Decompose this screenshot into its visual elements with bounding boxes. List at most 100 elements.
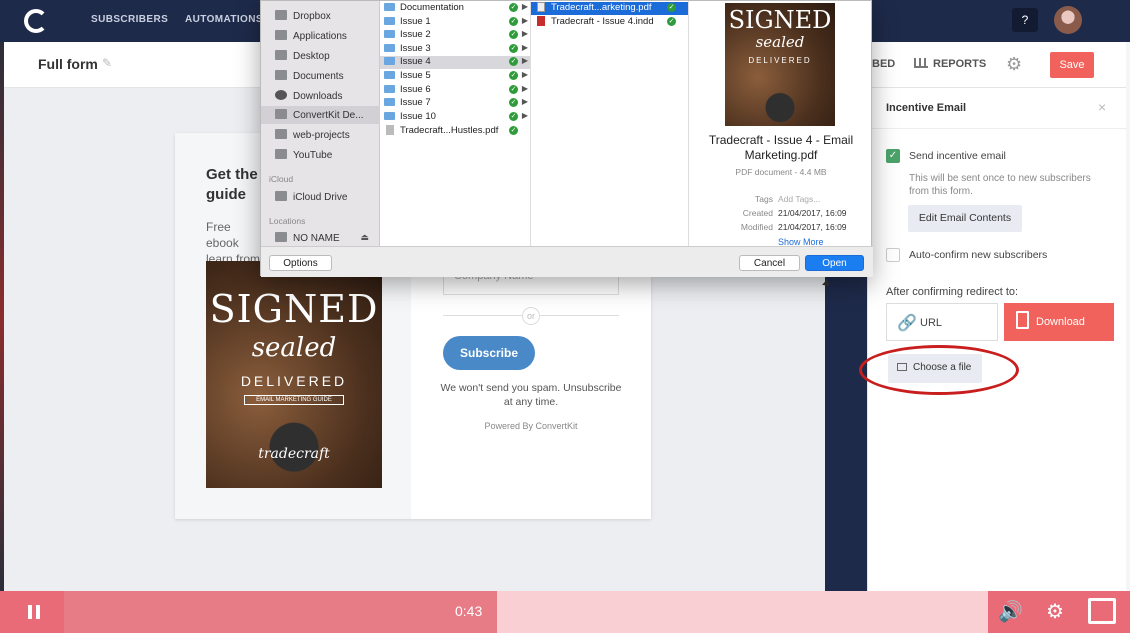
list-item-label: Issue 1 <box>400 16 431 27</box>
divider <box>868 128 1127 129</box>
list-item[interactable]: Issue 2 ✓ ▶ <box>380 29 530 42</box>
progress-played <box>0 591 498 633</box>
eject-icon[interactable]: ⏏ <box>360 232 369 243</box>
list-item[interactable]: Issue 5 ✓ ▶ <box>380 70 530 83</box>
list-item-selected[interactable]: Issue 4 ✓ ▶ <box>380 56 530 69</box>
chevron-right-icon: ▶ <box>521 16 528 25</box>
chevron-right-icon: ▶ <box>521 70 528 79</box>
sidebar-item-downloads[interactable]: Downloads <box>275 90 342 102</box>
sidebar-item-label: ConvertKit De... <box>293 110 364 121</box>
tab-reports[interactable]: REPORTS <box>914 58 986 70</box>
folder-icon <box>384 57 395 65</box>
nav-automations[interactable]: AUTOMATIONS <box>185 14 263 25</box>
preview-file-name: Tradecraft - Issue 4 - Email Marketing.p… <box>708 133 854 162</box>
check-icon: ✓ <box>509 17 518 26</box>
list-item-label: Issue 2 <box>400 29 431 40</box>
auto-confirm-checkbox[interactable] <box>886 248 900 262</box>
applications-icon <box>275 30 287 40</box>
send-incentive-checkbox[interactable]: ✓ <box>886 149 900 163</box>
chevron-right-icon: ▶ <box>521 2 528 11</box>
sidebar-item-label: Applications <box>293 31 347 42</box>
incentive-email-panel: Incentive Email × ✓ Send incentive email… <box>867 88 1127 591</box>
ebook-cover-image[interactable]: SIGNED sealed DELIVERED EMAIL MARKETING … <box>206 261 382 488</box>
tab-reports-label: REPORTS <box>933 58 987 70</box>
avatar[interactable] <box>1054 6 1082 34</box>
list-item-selected[interactable]: Tradecraft...arketing.pdf ✓ <box>531 2 688 15</box>
send-incentive-label[interactable]: Send incentive email <box>909 150 1006 162</box>
sidebar-item-dropbox[interactable]: Dropbox <box>275 10 331 22</box>
sidebar-item-web-projects[interactable]: web-projects <box>275 129 350 141</box>
sidebar-item-documents[interactable]: Documents <box>275 70 344 82</box>
list-item[interactable]: Tradecraft - Issue 4.indd ✓ <box>531 16 688 29</box>
subscribe-button[interactable]: Subscribe <box>443 336 535 370</box>
download-option-label: Download <box>1036 316 1085 328</box>
pencil-icon[interactable]: ✎ <box>102 56 112 70</box>
ebook-cover-sealed: sealed <box>251 333 337 363</box>
sidebar-item-applications[interactable]: Applications <box>275 30 347 42</box>
edit-email-contents-button[interactable]: Edit Email Contents <box>908 205 1022 232</box>
panel-title: Incentive Email <box>886 102 967 114</box>
folder-icon <box>384 71 395 79</box>
list-item[interactable]: Tradecraft...Hustles.pdf ✓ <box>380 125 530 138</box>
created-value: 21/04/2017, 16:09 <box>778 208 847 218</box>
nav-subscribers[interactable]: SUBSCRIBERS <box>91 14 168 25</box>
sidebar-item-desktop[interactable]: Desktop <box>275 50 330 62</box>
help-button[interactable]: ? <box>1012 8 1038 32</box>
auto-confirm-label[interactable]: Auto-confirm new subscribers <box>909 249 1047 261</box>
card-description[interactable]: Free ebook learn from <box>206 219 266 267</box>
video-player-bar[interactable]: 0:43 🔊 ⚙ <box>0 591 1130 633</box>
list-item-label: Issue 5 <box>400 70 431 81</box>
list-item[interactable]: Issue 6 ✓ ▶ <box>380 84 530 97</box>
fullscreen-icon[interactable] <box>1088 598 1116 624</box>
folder-icon <box>384 85 395 93</box>
documents-icon <box>275 70 287 80</box>
or-divider-label: or <box>522 307 540 325</box>
ebook-cover-subtitle: EMAIL MARKETING GUIDE <box>244 395 344 405</box>
close-icon[interactable]: × <box>1098 99 1106 115</box>
url-option[interactable]: 🔗 URL <box>886 303 998 341</box>
list-item[interactable]: Issue 1 ✓ ▶ <box>380 16 530 29</box>
gear-icon[interactable]: ⚙ <box>1006 54 1022 75</box>
check-icon: ✓ <box>509 57 518 66</box>
save-button[interactable]: Save <box>1050 52 1094 78</box>
pause-icon <box>36 605 40 619</box>
browser-column-2: Tradecraft...arketing.pdf ✓ Tradecraft - … <box>531 1 689 246</box>
list-item[interactable]: Issue 10 ✓ ▶ <box>380 111 530 124</box>
check-icon: ✓ <box>667 3 676 12</box>
logo-icon[interactable] <box>24 9 48 33</box>
list-item[interactable]: Documentation ✓ ▶ <box>380 2 530 15</box>
sidebar-item-icloud-drive[interactable]: iCloud Drive <box>275 191 347 203</box>
cancel-button[interactable]: Cancel <box>739 255 800 271</box>
redirect-label: After confirming redirect to: <box>886 286 1019 298</box>
open-button[interactable]: Open <box>805 255 864 271</box>
list-item-label: Tradecraft - Issue 4.indd <box>551 16 654 27</box>
chevron-right-icon: ▶ <box>521 84 528 93</box>
pause-button[interactable] <box>0 591 64 633</box>
list-item[interactable]: Issue 3 ✓ ▶ <box>380 43 530 56</box>
cloud-icon <box>275 191 287 201</box>
preview-file-kind: PDF document - 4.4 MB <box>735 167 827 177</box>
powered-by[interactable]: Powered By ConvertKit <box>439 421 623 431</box>
sidebar-item-label: NO NAME <box>293 233 340 244</box>
download-option[interactable]: Download <box>1004 303 1114 341</box>
reports-icon <box>914 58 928 68</box>
tags-input[interactable]: Add Tags... <box>778 194 820 204</box>
tab-partial[interactable]: BED <box>872 58 895 70</box>
sidebar-item-convertkit[interactable]: ConvertKit De... <box>275 109 364 121</box>
card-title[interactable]: Get the guide <box>206 165 266 205</box>
sidebar-item-label: Dropbox <box>293 11 331 22</box>
chevron-right-icon: ▶ <box>521 29 528 38</box>
browser-column-1: Documentation ✓ ▶ Issue 1 ✓ ▶ Issue 2 ✓ ▶ Issu… <box>380 1 531 246</box>
folder-icon <box>275 109 287 119</box>
tags-label: Tags <box>755 194 773 204</box>
thumbnail-sealed: sealed <box>755 33 805 51</box>
list-item[interactable]: Issue 7 ✓ ▶ <box>380 97 530 110</box>
check-icon: ✓ <box>509 98 518 107</box>
sidebar-item-label: iCloud Drive <box>293 192 348 203</box>
dialog-footer: Options Cancel Open <box>261 246 873 277</box>
settings-icon[interactable]: ⚙ <box>1046 599 1064 624</box>
indesign-file-icon <box>537 16 545 26</box>
sidebar-item-youtube[interactable]: YouTube <box>275 149 332 161</box>
options-button[interactable]: Options <box>269 255 332 271</box>
volume-icon[interactable]: 🔊 <box>998 599 1023 624</box>
